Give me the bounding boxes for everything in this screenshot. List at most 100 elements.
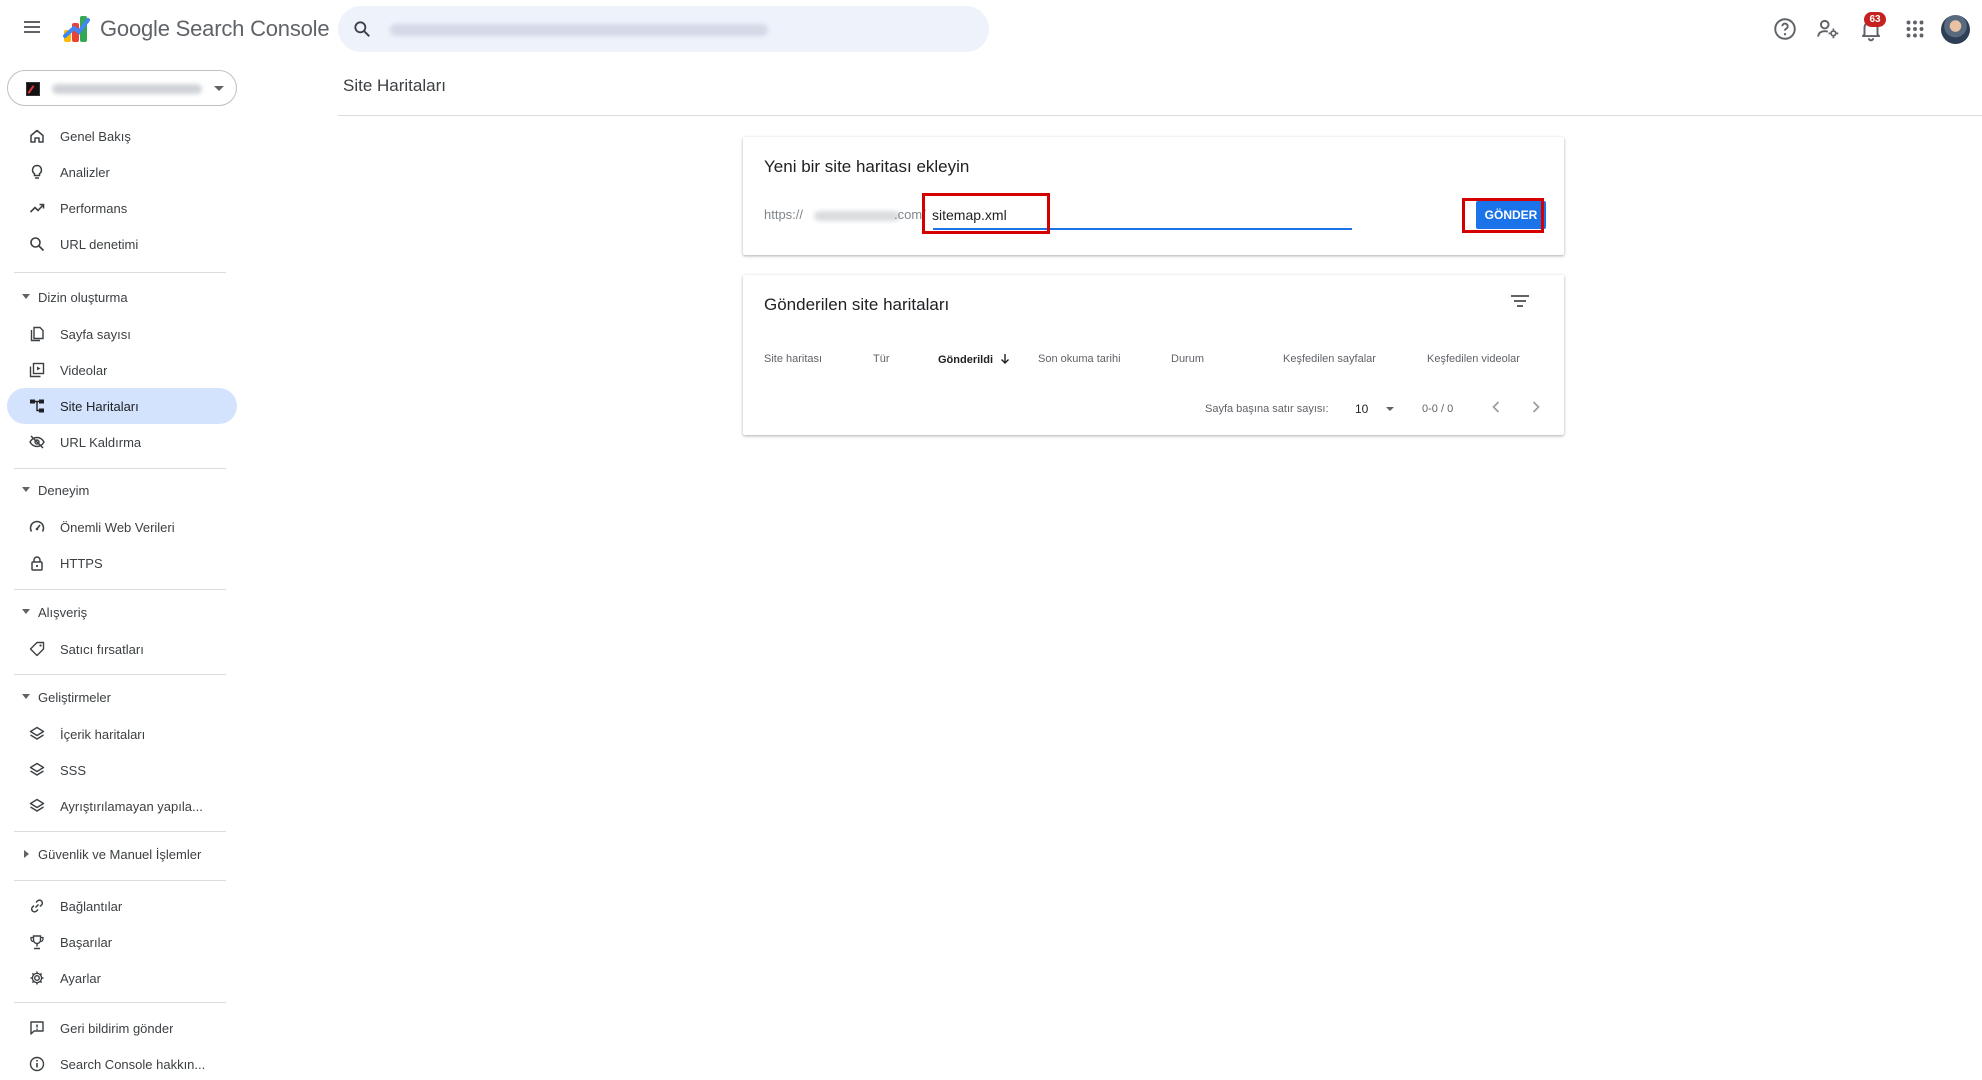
layers-icon [29,798,45,812]
sidebar-section-enhancements[interactable]: Geliştirmeler [7,682,237,712]
column-header-sitemap[interactable]: Site haritası [764,353,822,365]
column-header-type[interactable]: Tür [873,353,890,365]
sidebar-item-label: Genel Bakış [60,129,131,144]
column-header-status[interactable]: Durum [1171,353,1204,365]
sidebar-item-insights[interactable]: Analizler [7,154,237,190]
sidebar-item-send-feedback[interactable]: Geri bildirim gönder [7,1010,237,1046]
sidebar-item-label: Performans [60,201,128,216]
add-sitemap-title: Yeni bir site haritası ekleyin [764,157,970,176]
search-bar[interactable] [338,6,989,52]
sidebar-item-pages[interactable]: Sayfa sayısı [7,316,237,352]
sidebar-item-links[interactable]: Bağlantılar [7,888,237,924]
sidebar-divider [14,589,226,590]
apps-grid-icon[interactable] [1902,16,1928,42]
rows-per-page-value: 10 [1355,402,1369,416]
sidebar-divider [14,1002,226,1003]
submitted-sitemaps-title: Gönderilen site haritaları [764,295,950,314]
account-settings-icon[interactable] [1815,16,1841,42]
sidebar-item-https[interactable]: HTTPS [7,545,237,581]
trophy-icon [30,935,44,950]
sidebar-section-experience[interactable]: Deneyim [7,475,237,505]
sidebar-section-security[interactable]: Güvenlik ve Manuel İşlemler [7,839,237,869]
sidebar-item-overview[interactable]: Genel Bakış [7,118,237,154]
avatar[interactable] [1941,15,1970,44]
menu-icon[interactable] [20,16,44,40]
lightbulb-icon [31,164,43,179]
highlight-box-input [922,193,1050,234]
sidebar-item-unparsable-structured-data[interactable]: Ayrıştırılamayan yapıla... [7,788,237,824]
sidebar-section-shopping[interactable]: Alışveriş [7,597,237,627]
video-library-icon [29,362,45,378]
sidebar-item-videos[interactable]: Videolar [7,352,237,388]
visibility-off-icon [29,435,45,449]
sidebar-item-core-web-vitals[interactable]: Önemli Web Verileri [7,509,237,545]
add-sitemap-card: Yeni bir site haritası ekleyin https:// … [743,137,1564,255]
sidebar-item-sitemaps[interactable]: Site Haritaları [7,388,237,424]
sidebar-item-faq[interactable]: SSS [7,752,237,788]
sidebar-item-merchant-opportunities[interactable]: Satıcı fırsatları [7,631,237,667]
property-favicon [26,82,40,96]
caret-down-icon [22,487,30,492]
sidebar-divider [14,272,226,273]
search-input[interactable] [386,14,966,44]
column-header-discovered-pages[interactable]: Keşfedilen sayfalar [1283,353,1376,365]
sidebar-item-achievements[interactable]: Başarılar [7,924,237,960]
page-title: Site Haritaları [343,76,446,95]
pages-icon [30,326,44,342]
caret-right-icon [24,850,29,858]
sidebar-item-label: Sayfa sayısı [60,327,131,342]
sidebar-section-indexing[interactable]: Dizin oluşturma [7,282,237,312]
layers-icon [29,762,45,776]
sitemap-icon [30,399,44,413]
search-icon[interactable] [352,19,372,39]
info-icon [29,1056,45,1072]
column-header-submitted[interactable]: Gönderildi [938,353,1010,366]
search-icon [30,237,45,252]
chevron-down-icon [1386,407,1394,411]
feedback-icon [30,1021,44,1035]
layers-icon [29,726,45,740]
lock-icon [31,556,43,571]
title-divider [338,115,1982,116]
rows-per-page-select[interactable]: 10 [1351,397,1401,419]
sidebar-divider [14,880,226,881]
sidebar-item-removals[interactable]: URL Kaldırma [7,424,237,460]
sidebar-item-url-inspection[interactable]: URL denetimi [7,226,237,262]
sidebar-item-about[interactable]: Search Console hakkın... [7,1046,237,1080]
trending-up-icon [29,203,45,213]
sidebar-item-label: Önemli Web Verileri [60,520,175,535]
next-page-button[interactable] [1524,395,1548,419]
home-icon [30,129,44,143]
link-icon [30,899,44,913]
sidebar-item-label: Satıcı fırsatları [60,642,144,657]
help-icon[interactable] [1772,16,1798,42]
filter-icon[interactable] [1509,291,1531,313]
sidebar-item-label: İçerik haritaları [60,727,146,742]
caret-down-icon [22,294,30,299]
sidebar-section-label: Deneyim [38,483,90,498]
sidebar-item-settings[interactable]: Ayarlar [7,960,237,996]
pagination-range: 0-0 / 0 [1422,403,1454,415]
sidebar-item-breadcrumbs[interactable]: İçerik haritaları [7,716,237,752]
column-header-discovered-videos[interactable]: Keşfedilen videolar [1427,353,1520,365]
submitted-sitemaps-card: Gönderilen site haritaları Site haritası… [743,275,1564,435]
arrow-down-icon [1001,354,1010,364]
sidebar-item-label: Bağlantılar [60,899,123,914]
sidebar-item-label: Site Haritaları [60,399,139,414]
caret-down-icon [22,694,30,699]
sidebar-divider [14,674,226,675]
sidebar-item-label: HTTPS [60,556,103,571]
property-selector[interactable] [7,70,237,106]
rows-per-page-label: Sayfa başına satır sayısı: [1205,403,1329,415]
submit-button[interactable]: GÖNDER [1476,201,1546,229]
sidebar-item-label: Ayarlar [60,971,101,986]
prev-page-button[interactable] [1484,395,1508,419]
sidebar-item-label: Search Console hakkın... [60,1057,206,1072]
sidebar-item-performance[interactable]: Performans [7,190,237,226]
column-header-last-read[interactable]: Son okuma tarihi [1038,353,1121,365]
sidebar-divider [14,468,226,469]
caret-down-icon [22,609,30,614]
top-bar: Google Search Console 63 [0,0,1982,60]
sidebar-item-label: URL denetimi [60,237,139,252]
column-header-label: Gönderildi [938,354,993,366]
